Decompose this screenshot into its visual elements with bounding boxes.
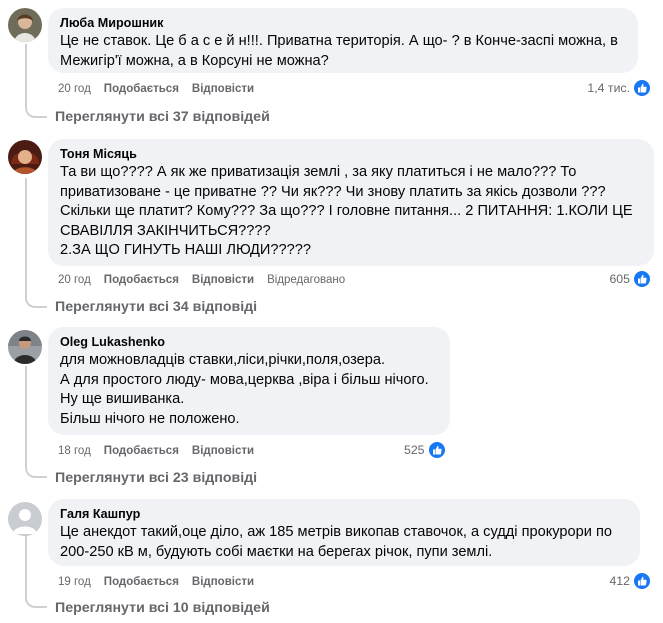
view-replies-link[interactable]: Переглянути всі 34 відповіді [55,298,257,316]
reaction-count-label: 525 [404,443,425,457]
comment-time[interactable]: 20 год [58,82,91,96]
reply-button[interactable]: Відповісти [192,444,254,458]
avatar[interactable] [8,502,42,536]
comment-time[interactable]: 18 год [58,444,91,458]
thumbs-up-icon [427,441,446,459]
reaction-count[interactable]: 412 [609,572,651,590]
view-replies-link[interactable]: Переглянути всі 23 відповіді [55,469,257,487]
thread-line [25,534,27,598]
comment-line: приватизоване - це приватне ?? Чи як??? … [60,183,606,200]
comment-actions: 20 год Подобається Відповісти Відредагов… [58,273,358,287]
reply-button[interactable]: Відповісти [192,575,254,589]
comment-line: Межигір'ї можна, а в Корсуні не можна? [60,52,329,69]
comment-bubble: Тоня Місяць Та ви що???? А як же привати… [48,139,654,266]
edited-label[interactable]: Відредаговано [267,273,345,287]
comment-time[interactable]: 20 год [58,273,91,287]
reaction-count-label: 1,4 тис. [587,81,630,95]
like-button[interactable]: Подобається [104,273,179,287]
comment-line: А для простого люду- мова,церква ,віра і… [60,371,429,388]
thread-elbow [25,278,47,308]
thumbs-up-icon [633,572,651,590]
comment-line: 2.ЗА ЩО ГИНУТЬ НАШІ ЛЮДИ????? [60,242,312,259]
avatar[interactable] [8,330,42,364]
comment-actions: 20 год Подобається Відповісти [58,82,267,96]
view-replies-link[interactable]: Переглянути всі 10 відповідей [55,599,270,617]
comment-line: Ну ще вишиванка. [60,391,185,408]
comment-actions: 19 год Подобається Відповісти [58,575,267,589]
reaction-count[interactable]: 605 [609,270,651,288]
comment-bubble: Галя Кашпур Це анекдот такий,оце діло, а… [48,499,640,566]
comment-author[interactable]: Oleg Lukashenko [60,334,438,351]
reaction-count-label: 412 [609,574,630,588]
view-replies-link[interactable]: Переглянути всі 37 відповідей [55,108,270,126]
like-button[interactable]: Подобається [104,82,179,96]
like-button[interactable]: Подобається [104,444,179,458]
thread-line [25,366,27,466]
thumbs-up-icon [633,270,651,288]
comment-line: Більш нічого не положено. [60,410,240,427]
comment-time[interactable]: 19 год [58,575,91,589]
reply-button[interactable]: Відповісти [192,273,254,287]
comment-line: 200-250 кВ м, будують собі маєтки на бер… [60,543,493,560]
thread-elbow [25,94,47,118]
comment-line: Та ви що???? А як же приватизація землі … [60,164,577,180]
comment-line: СВАВІЛЛЯ ЗАКІНЧИТЬСЯ???? [60,222,271,239]
thumbs-up-icon [633,79,651,97]
thread-elbow [25,458,47,478]
avatar[interactable] [8,8,42,42]
reaction-count-label: 605 [609,272,630,286]
comment-line: Це анекдот такий,оце діло, аж 185 метрів… [60,524,612,540]
thread-line [25,178,27,288]
like-button[interactable]: Подобається [104,575,179,589]
reaction-count[interactable]: 525 [404,441,446,459]
comment-line: для можновладців ставки,ліси,річки,поля,… [60,352,386,368]
comment-bubble: Oleg Lukashenko для можновладців ставки,… [48,327,450,435]
thread-elbow [25,590,47,608]
avatar[interactable] [8,140,42,174]
comment-author[interactable]: Люба Мирошник [60,15,626,32]
comment-actions: 18 год Подобається Відповісти [58,444,267,458]
comment-bubble: Люба Мирошник Це не ставок. Це б а с е й… [48,8,638,73]
comment-line: Скільки ще платит? Кому??? За що??? І го… [60,203,633,220]
comment-author[interactable]: Галя Кашпур [60,506,628,523]
comment-author[interactable]: Тоня Місяць [60,146,642,163]
reply-button[interactable]: Відповісти [192,82,254,96]
comment-line: Це не ставок. Це б а с е й н!!!. Приватн… [60,33,618,49]
reaction-count[interactable]: 1,4 тис. [587,79,651,97]
